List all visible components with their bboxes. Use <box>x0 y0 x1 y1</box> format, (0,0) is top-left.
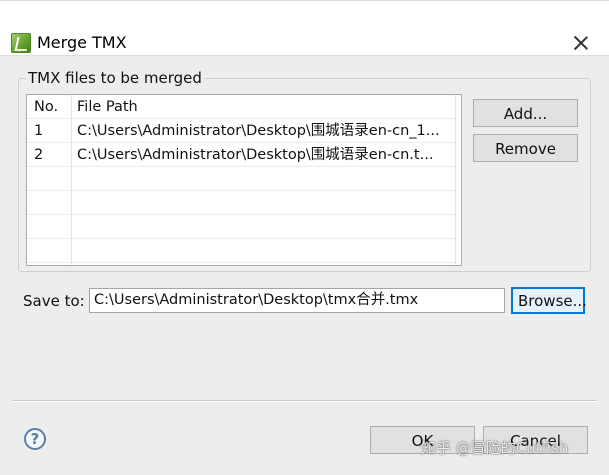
table-right-border <box>455 95 456 265</box>
merge-tmx-dialog: Merge TMX TMX files to be merged No. Fil… <box>0 0 609 475</box>
table-empty-row <box>27 215 455 239</box>
title-bar[interactable]: Merge TMX <box>0 0 609 56</box>
table-header: No. File Path <box>27 95 455 119</box>
table-empty-row <box>27 191 455 215</box>
column-header-no[interactable]: No. <box>34 95 68 119</box>
browse-button[interactable]: Browse... <box>511 287 587 314</box>
footer-divider-highlight <box>12 401 597 402</box>
table-empty-row <box>27 167 455 191</box>
table-row[interactable]: 1 C:\Users\Administrator\Desktop\围城语录en-… <box>27 119 455 143</box>
save-path-input[interactable]: C:\Users\Administrator\Desktop\tmx合并.tmx <box>89 288 505 313</box>
files-group-legend: TMX files to be merged <box>26 69 204 87</box>
app-icon <box>11 33 31 53</box>
row-number: 1 <box>34 123 44 139</box>
row-file-path: C:\Users\Administrator\Desktop\围城语录en-cn… <box>77 147 434 163</box>
column-header-file-path[interactable]: File Path <box>77 95 449 119</box>
save-to-label: Save to: <box>23 292 85 310</box>
files-table[interactable]: No. File Path 1 C:\Users\Administrator\D… <box>26 94 462 266</box>
cancel-button[interactable]: Cancel <box>483 426 588 454</box>
row-number: 2 <box>34 147 44 163</box>
close-icon[interactable] <box>570 32 592 54</box>
row-file-path: C:\Users\Administrator\Desktop\围城语录en-cn… <box>77 123 440 139</box>
remove-button[interactable]: Remove <box>473 134 578 162</box>
window-title: Merge TMX <box>37 33 127 52</box>
add-button[interactable]: Add... <box>473 99 578 127</box>
table-empty-row <box>27 239 455 263</box>
table-row[interactable]: 2 C:\Users\Administrator\Desktop\围城语录en-… <box>27 143 455 167</box>
question-icon[interactable]: ? <box>24 428 46 450</box>
ok-button[interactable]: OK <box>370 426 475 454</box>
